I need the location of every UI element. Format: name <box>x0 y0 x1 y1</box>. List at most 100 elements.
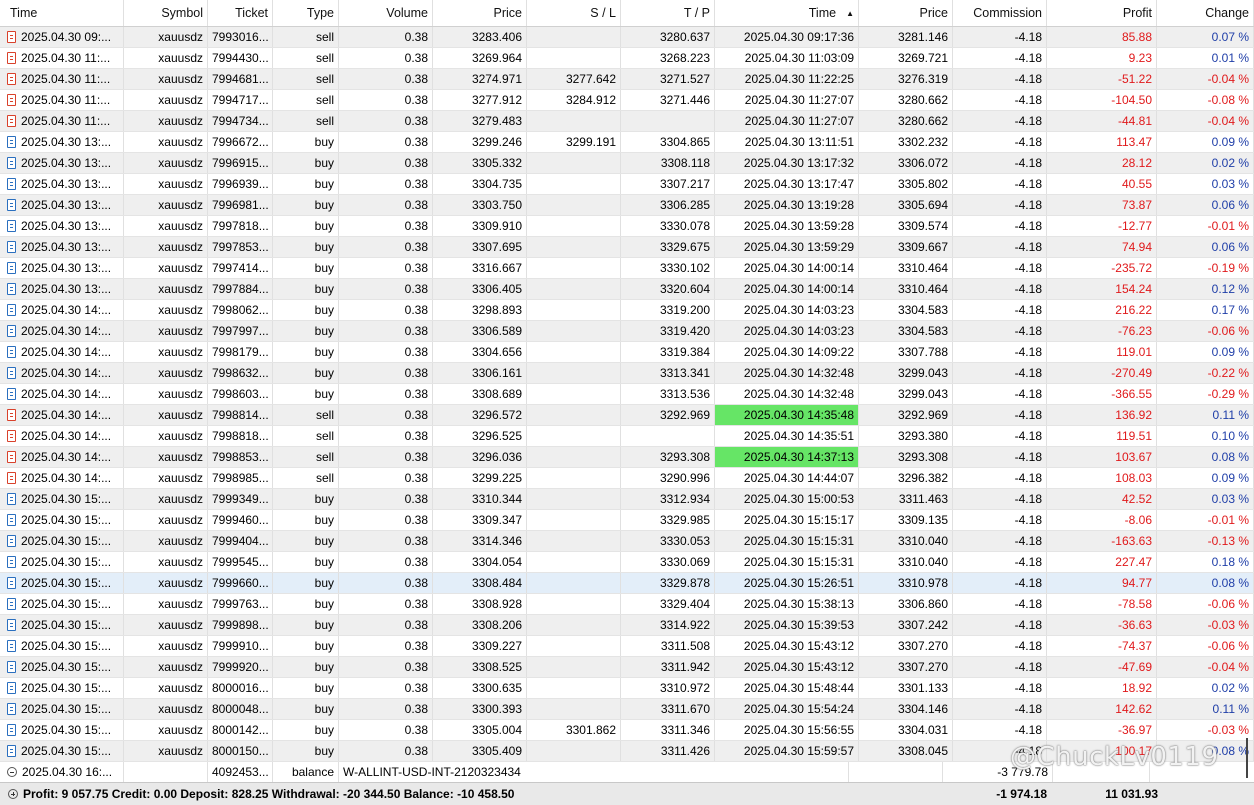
table-row[interactable]: 2025.04.30 13:... xauusdz 7996672... buy 0.3… <box>0 132 1254 153</box>
table-row[interactable]: 2025.04.30 13:... xauusdz 7996915... buy 0.3… <box>0 153 1254 174</box>
commission-cell: -4.18 <box>953 363 1047 383</box>
table-row[interactable]: 2025.04.30 11:... xauusdz 7994430... sell 0.… <box>0 48 1254 69</box>
commission-cell: -4.18 <box>953 678 1047 698</box>
symbol-cell: xauusdz <box>124 720 208 740</box>
table-row[interactable]: 2025.04.30 15:... xauusdz 7999910... buy 0.3… <box>0 636 1254 657</box>
volume-cell: 0.38 <box>339 468 433 488</box>
column-header-4[interactable]: Volume <box>339 0 433 26</box>
table-row[interactable]: 2025.04.30 14:... xauusdz 7998179... buy 0.3… <box>0 342 1254 363</box>
table-row[interactable]: 2025.04.30 15:... xauusdz 7999404... buy 0.3… <box>0 531 1254 552</box>
column-header-0[interactable]: Time <box>0 0 124 26</box>
symbol-cell: xauusdz <box>124 594 208 614</box>
table-row[interactable]: 2025.04.30 15:... xauusdz 8000142... buy 0.3… <box>0 720 1254 741</box>
type-cell: buy <box>273 132 339 152</box>
table-row[interactable]: 2025.04.30 13:... xauusdz 7996939... buy 0.3… <box>0 174 1254 195</box>
symbol-cell: xauusdz <box>124 657 208 677</box>
column-header-9[interactable]: Price <box>859 0 953 26</box>
column-header-2[interactable]: Ticket <box>208 0 273 26</box>
take-profit-cell: 3293.308 <box>621 447 715 467</box>
stop-loss-cell <box>527 678 621 698</box>
symbol-cell: xauusdz <box>124 552 208 572</box>
table-row[interactable]: 2025.04.30 13:... xauusdz 7997853... buy 0.3… <box>0 237 1254 258</box>
table-row[interactable]: 2025.04.30 14:... xauusdz 7998814... sell 0.… <box>0 405 1254 426</box>
column-header-11[interactable]: Profit <box>1047 0 1157 26</box>
table-row[interactable]: 2025.04.30 15:... xauusdz 8000048... buy 0.3… <box>0 699 1254 720</box>
table-row[interactable]: 2025.04.30 15:... xauusdz 7999763... buy 0.3… <box>0 594 1254 615</box>
take-profit-cell: 3271.527 <box>621 69 715 89</box>
table-row[interactable]: 2025.04.30 11:... xauusdz 7994717... sell 0.… <box>0 90 1254 111</box>
table-row[interactable]: 2025.04.30 15:... xauusdz 7999460... buy 0.3… <box>0 510 1254 531</box>
table-row[interactable]: 2025.04.30 14:... xauusdz 7998818... sell 0.… <box>0 426 1254 447</box>
close-time-cell: 2025.04.30 14:44:07 <box>715 468 859 488</box>
column-header-6[interactable]: S / L <box>527 0 621 26</box>
close-time-cell: 2025.04.30 11:22:25 <box>715 69 859 89</box>
close-price-cell: 3309.667 <box>859 237 953 257</box>
table-row[interactable]: 2025.04.30 09:... xauusdz 7993016... sell 0.… <box>0 27 1254 48</box>
column-header-8[interactable]: Time ▲ <box>715 0 859 26</box>
change-cell: -0.13 % <box>1157 531 1254 551</box>
open-time-cell: 2025.04.30 13:... <box>0 132 124 152</box>
open-time-cell: 2025.04.30 15:... <box>0 657 124 677</box>
column-header-7[interactable]: T / P <box>621 0 715 26</box>
table-row[interactable]: 2025.04.30 13:... xauusdz 7997818... buy 0.3… <box>0 216 1254 237</box>
close-price-cell: 3311.463 <box>859 489 953 509</box>
open-time-cell: 2025.04.30 14:... <box>0 363 124 383</box>
take-profit-cell: 3329.404 <box>621 594 715 614</box>
take-profit-cell: 3320.604 <box>621 279 715 299</box>
table-row[interactable]: 2025.04.30 14:... xauusdz 7998985... sell 0.… <box>0 468 1254 489</box>
table-row[interactable]: 2025.04.30 13:... xauusdz 7997884... buy 0.3… <box>0 279 1254 300</box>
column-header-5[interactable]: Price <box>433 0 527 26</box>
expand-icon[interactable] <box>8 789 18 799</box>
table-row[interactable]: 2025.04.30 14:... xauusdz 7998062... buy 0.3… <box>0 300 1254 321</box>
table-row[interactable]: 2025.04.30 15:... xauusdz 7999660... buy 0.3… <box>0 573 1254 594</box>
ticket-cell: 7998179... <box>208 342 273 362</box>
buy-deal-icon <box>7 241 16 253</box>
table-row[interactable]: 2025.04.30 15:... xauusdz 7999920... buy 0.3… <box>0 657 1254 678</box>
symbol-cell: xauusdz <box>124 531 208 551</box>
volume-cell: 0.38 <box>339 48 433 68</box>
close-price-cell: 3304.146 <box>859 699 953 719</box>
ticket-cell: 8000150... <box>208 741 273 761</box>
volume-cell: 0.38 <box>339 699 433 719</box>
close-price-cell: 3299.043 <box>859 384 953 404</box>
close-time-cell: 2025.04.30 15:54:24 <box>715 699 859 719</box>
close-time-cell: 2025.04.30 14:09:22 <box>715 342 859 362</box>
column-header-1[interactable]: Symbol <box>124 0 208 26</box>
column-header-3[interactable]: Type <box>273 0 339 26</box>
table-row[interactable]: 2025.04.30 14:... xauusdz 7998603... buy 0.3… <box>0 384 1254 405</box>
close-price-cell: 3310.040 <box>859 552 953 572</box>
take-profit-cell: 3290.996 <box>621 468 715 488</box>
symbol-cell: xauusdz <box>124 615 208 635</box>
column-header-10[interactable]: Commission <box>953 0 1047 26</box>
table-row[interactable]: 2025.04.30 15:... xauusdz 7999545... buy 0.3… <box>0 552 1254 573</box>
table-row[interactable]: 2025.04.30 13:... xauusdz 7996981... buy 0.3… <box>0 195 1254 216</box>
table-row[interactable]: 2025.04.30 15:... xauusdz 7999349... buy 0.3… <box>0 489 1254 510</box>
sell-deal-icon <box>7 472 16 484</box>
type-cell: sell <box>273 468 339 488</box>
open-time-cell: 2025.04.30 15:... <box>0 531 124 551</box>
commission-cell: -4.18 <box>953 552 1047 572</box>
table-row[interactable]: 2025.04.30 15:... xauusdz 8000150... buy 0.3… <box>0 741 1254 762</box>
table-row[interactable]: 2025.04.30 11:... xauusdz 7994734... sell 0.… <box>0 111 1254 132</box>
open-price-cell: 3299.246 <box>433 132 527 152</box>
close-time-cell: 2025.04.30 14:35:51 <box>715 426 859 446</box>
close-price-cell: 3305.802 <box>859 174 953 194</box>
column-header-12[interactable]: Change <box>1157 0 1254 26</box>
change-cell: 0.06 % <box>1157 237 1254 257</box>
symbol-cell: xauusdz <box>124 216 208 236</box>
scrollbar-mark[interactable] <box>1246 738 1248 778</box>
collapse-icon[interactable] <box>7 767 17 777</box>
type-cell: sell <box>273 48 339 68</box>
table-row[interactable]: 2025.04.30 15:... xauusdz 7999898... buy 0.3… <box>0 615 1254 636</box>
symbol-cell: xauusdz <box>124 237 208 257</box>
table-row[interactable]: 2025.04.30 11:... xauusdz 7994681... sell 0.… <box>0 69 1254 90</box>
table-row[interactable]: 2025.04.30 14:... xauusdz 7998632... buy 0.3… <box>0 363 1254 384</box>
table-row[interactable]: 2025.04.30 13:... xauusdz 7997414... buy 0.3… <box>0 258 1254 279</box>
balance-row[interactable]: 2025.04.30 16:... 4092453... balance W-A… <box>0 762 1254 783</box>
volume-cell: 0.38 <box>339 300 433 320</box>
table-row[interactable]: 2025.04.30 15:... xauusdz 8000016... buy 0.3… <box>0 678 1254 699</box>
table-row[interactable]: 2025.04.30 14:... xauusdz 7997997... buy 0.3… <box>0 321 1254 342</box>
table-row[interactable]: 2025.04.30 14:... xauusdz 7998853... sell 0.… <box>0 447 1254 468</box>
ticket-cell: 7998632... <box>208 363 273 383</box>
open-price-cell: 3303.750 <box>433 195 527 215</box>
